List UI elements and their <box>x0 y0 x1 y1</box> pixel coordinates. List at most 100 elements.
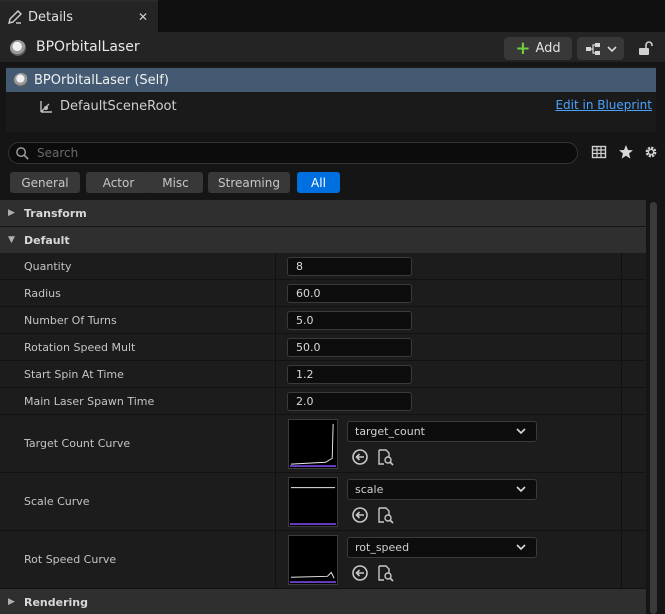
unlock-icon[interactable] <box>637 40 653 56</box>
table-view-icon[interactable] <box>591 144 607 160</box>
column-divider[interactable] <box>275 361 276 387</box>
search-input[interactable] <box>37 144 567 162</box>
filter-actor[interactable]: Actor <box>86 172 151 193</box>
column-divider <box>621 334 622 360</box>
main-laser-spawn-time-input[interactable]: 2.0 <box>287 392 412 411</box>
filter-all[interactable]: All <box>297 172 340 193</box>
column-divider[interactable] <box>275 334 276 360</box>
category-default[interactable]: ▼ Default <box>0 227 646 253</box>
chevron-right-icon: ▶ <box>8 208 15 218</box>
column-divider[interactable] <box>275 307 276 333</box>
tree-item-default-scene-root[interactable]: DefaultSceneRoot Edit in Blueprint <box>6 94 656 118</box>
search-icon <box>16 147 29 160</box>
blueprint-options-button[interactable] <box>577 37 624 60</box>
pencil-icon <box>6 8 24 26</box>
property-row-quantity: Quantity 8 <box>0 253 646 280</box>
column-divider <box>621 473 622 530</box>
column-divider[interactable] <box>275 415 276 472</box>
category-label: Default <box>24 233 70 247</box>
property-row-start-spin-at-time: Start Spin At Time 1.2 <box>0 361 646 388</box>
actor-icon <box>10 40 26 56</box>
property-grid: ▶ Transform ▼ Default Quantity 8 Radius … <box>0 200 646 614</box>
property-row-number-of-turns: Number Of Turns 5.0 <box>0 307 646 334</box>
curve-asset-name: scale <box>355 483 384 496</box>
column-divider[interactable] <box>275 253 276 279</box>
star-icon[interactable] <box>618 144 634 160</box>
property-name: Target Count Curve <box>24 437 131 450</box>
actor-icon <box>14 73 28 87</box>
property-name: Start Spin At Time <box>24 367 124 381</box>
tab-bar: Details ✕ <box>0 0 665 32</box>
curve-thumbnail[interactable] <box>288 477 338 527</box>
category-transform[interactable]: ▶ Transform <box>0 200 646 226</box>
tree-item-self[interactable]: BPOrbitalLaser (Self) <box>6 68 656 92</box>
property-name: Scale Curve <box>24 495 90 508</box>
filter-streaming[interactable]: Streaming <box>208 172 290 193</box>
close-icon[interactable]: ✕ <box>138 10 148 24</box>
browse-asset-icon[interactable] <box>376 448 394 466</box>
column-divider <box>621 388 622 414</box>
column-divider <box>621 531 622 588</box>
property-row-rotation-speed-mult: Rotation Speed Mult 50.0 <box>0 334 646 361</box>
column-divider <box>621 307 622 333</box>
column-divider[interactable] <box>275 280 276 306</box>
column-divider[interactable] <box>275 531 276 588</box>
start-spin-at-time-input[interactable]: 1.2 <box>287 365 412 384</box>
filter-general[interactable]: General <box>10 172 80 193</box>
chevron-down-icon <box>516 486 526 493</box>
column-divider <box>621 253 622 279</box>
category-label: Rendering <box>24 595 88 609</box>
filter-misc[interactable]: Misc <box>148 172 203 193</box>
category-rendering[interactable]: ▶ Rendering <box>0 589 646 614</box>
column-divider[interactable] <box>275 473 276 530</box>
chevron-down-icon <box>516 428 526 435</box>
property-name: Main Laser Spawn Time <box>24 394 155 408</box>
property-row-radius: Radius 60.0 <box>0 280 646 307</box>
add-component-button[interactable]: + Add <box>504 37 572 60</box>
curve-asset-combo[interactable]: rot_speed <box>347 537 537 558</box>
radius-input[interactable]: 60.0 <box>287 284 412 303</box>
column-divider <box>621 280 622 306</box>
chevron-down-icon: ▼ <box>8 235 15 245</box>
quantity-input[interactable]: 8 <box>287 257 412 276</box>
column-divider <box>621 361 622 387</box>
scrollbar[interactable] <box>650 202 657 614</box>
property-name: Rotation Speed Mult <box>24 340 136 354</box>
property-row-target-count-curve: Target Count Curve target_count <box>0 415 646 473</box>
hierarchy-icon <box>585 42 600 55</box>
property-name: Rot Speed Curve <box>24 553 117 566</box>
tree-item-root-label: DefaultSceneRoot <box>60 98 177 114</box>
tab-details-label: Details <box>28 9 74 25</box>
search-box <box>8 142 578 164</box>
property-row-main-laser-spawn-time: Main Laser Spawn Time 2.0 <box>0 388 646 415</box>
property-row-scale-curve: Scale Curve scale <box>0 473 646 531</box>
gear-icon[interactable] <box>643 144 659 160</box>
curve-asset-combo[interactable]: scale <box>347 479 537 500</box>
use-selected-asset-icon[interactable] <box>351 564 369 582</box>
tree-item-self-label: BPOrbitalLaser (Self) <box>34 72 169 88</box>
details-header: BPOrbitalLaser + Add <box>0 32 665 62</box>
column-divider[interactable] <box>275 388 276 414</box>
curve-thumbnail[interactable] <box>288 535 338 585</box>
chevron-right-icon: ▶ <box>8 597 15 607</box>
number-of-turns-input[interactable]: 5.0 <box>287 311 412 330</box>
tab-details[interactable]: Details ✕ <box>0 0 158 32</box>
curve-thumbnail[interactable] <box>288 419 338 469</box>
plus-icon: + <box>515 37 531 59</box>
property-name: Number Of Turns <box>24 313 117 327</box>
component-tree: BPOrbitalLaser (Self) DefaultSceneRoot E… <box>6 66 656 132</box>
column-divider <box>621 415 622 472</box>
rotation-speed-mult-input[interactable]: 50.0 <box>287 338 412 357</box>
use-selected-asset-icon[interactable] <box>351 448 369 466</box>
chevron-down-icon <box>516 544 526 551</box>
curve-asset-combo[interactable]: target_count <box>347 421 537 442</box>
browse-asset-icon[interactable] <box>376 564 394 582</box>
property-name: Quantity <box>24 259 72 273</box>
use-selected-asset-icon[interactable] <box>351 506 369 524</box>
property-row-rot-speed-curve: Rot Speed Curve rot_speed <box>0 531 646 589</box>
browse-asset-icon[interactable] <box>376 506 394 524</box>
category-label: Transform <box>24 206 87 220</box>
curve-asset-name: rot_speed <box>355 541 410 554</box>
edit-in-blueprint-link[interactable]: Edit in Blueprint <box>555 98 652 112</box>
curve-asset-name: target_count <box>355 425 425 438</box>
